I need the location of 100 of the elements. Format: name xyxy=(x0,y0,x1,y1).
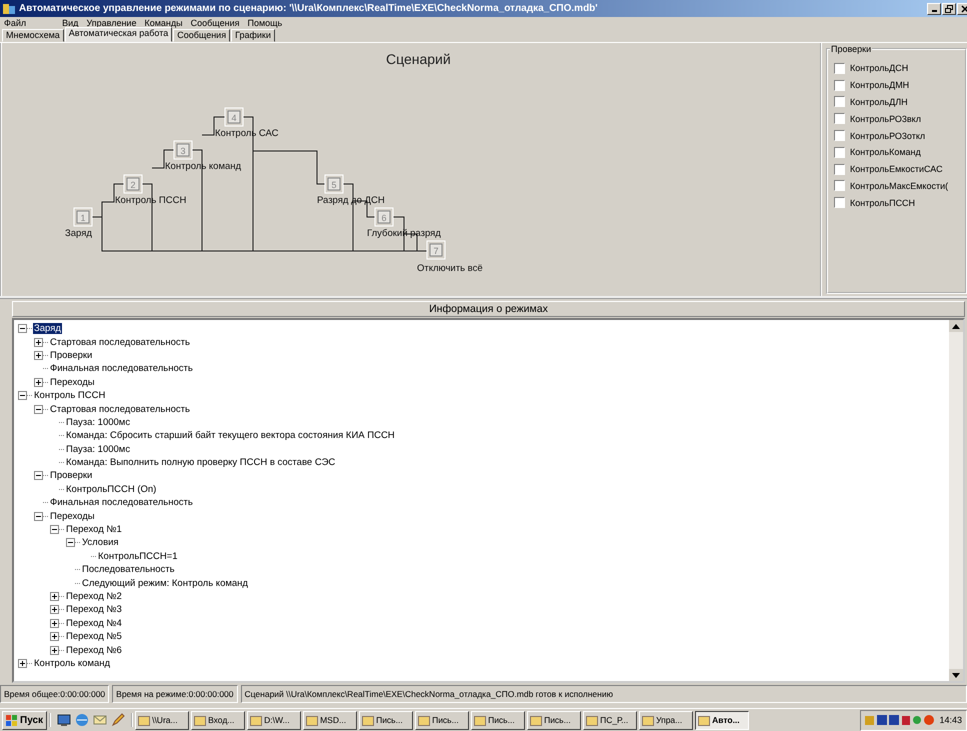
status-text: Время общее:0:00:00:000 xyxy=(0,685,110,703)
expander-icon[interactable] xyxy=(34,512,43,521)
tab[interactable]: Сообщения xyxy=(173,29,230,42)
tree-item[interactable]: Следующий режим: Контроль команд xyxy=(81,578,249,589)
tray-icons-drawing xyxy=(865,714,936,726)
tree-item[interactable]: Переход №1 xyxy=(65,524,123,536)
menu-item[interactable]: Вид xyxy=(58,18,82,28)
expander-icon[interactable] xyxy=(50,618,59,628)
tree-item[interactable]: Пауза: 1000мс xyxy=(65,416,132,428)
window-icon xyxy=(418,714,430,726)
checkbox[interactable] xyxy=(834,130,845,142)
expander-icon[interactable] xyxy=(18,658,27,668)
tree-item[interactable]: Переход №4 xyxy=(65,618,123,629)
tree-item[interactable]: Переход №6 xyxy=(65,644,123,656)
tree-item[interactable]: Переход №5 xyxy=(65,631,123,642)
mail-icon[interactable] xyxy=(93,713,108,727)
tree-item[interactable]: Финальная последовательность xyxy=(49,363,194,374)
checkbox[interactable] xyxy=(834,80,845,91)
taskbar-button[interactable]: Пись... xyxy=(527,710,582,730)
tree-item[interactable]: Контроль ПССН xyxy=(33,390,106,402)
taskbar-button[interactable]: Пись... xyxy=(471,710,526,730)
tree-item[interactable]: КонтрольПССН (On) xyxy=(65,484,158,495)
scroll-bar[interactable] xyxy=(949,320,963,681)
tree-item[interactable]: Пауза: 1000мс xyxy=(65,444,132,455)
step-label: Отключить всё xyxy=(417,263,483,274)
taskbar-button[interactable]: \\Ura... xyxy=(135,710,190,730)
tab[interactable]: Мнемосхема xyxy=(2,29,64,42)
tree-item[interactable]: Заряд xyxy=(33,323,62,334)
tree-item[interactable]: Переход №2 xyxy=(65,591,123,602)
checkbox[interactable] xyxy=(834,197,845,208)
checkbox[interactable] xyxy=(834,113,845,124)
expander-icon[interactable] xyxy=(34,378,43,387)
checkbox-label: КонтрольЕмкостиСАС xyxy=(850,164,943,174)
window-icon xyxy=(250,714,262,726)
close-button[interactable] xyxy=(957,2,967,14)
checkbox[interactable] xyxy=(834,96,845,108)
tab[interactable]: Графики xyxy=(231,29,275,42)
expander-icon[interactable] xyxy=(18,324,27,334)
checkbox-label: КонтрольРО3откл xyxy=(850,130,926,141)
minimize-button[interactable] xyxy=(927,2,941,14)
checkbox[interactable] xyxy=(834,62,845,74)
checkbox[interactable] xyxy=(834,164,845,175)
tree-item[interactable]: Проверки xyxy=(49,350,94,361)
desktop-icon[interactable] xyxy=(57,713,72,727)
taskbar-button[interactable]: Пись... xyxy=(415,710,470,730)
restore-button[interactable] xyxy=(942,2,956,14)
expander-icon[interactable] xyxy=(50,525,59,534)
tree-item[interactable]: Финальная последовательность xyxy=(49,497,194,508)
expander-icon[interactable] xyxy=(50,632,59,642)
tree-item[interactable]: Проверки xyxy=(49,470,94,482)
restore-icon xyxy=(945,4,953,12)
tree-item[interactable]: КонтрольПССН=1 xyxy=(97,550,179,562)
tree-item[interactable]: Переходы xyxy=(49,376,96,388)
taskbar-button[interactable]: Авто... xyxy=(695,710,750,730)
expander-icon[interactable] xyxy=(34,471,43,480)
expander-icon[interactable] xyxy=(66,538,75,548)
checkbox-label: КонтрольДЛН xyxy=(850,96,908,107)
scroll-up-icon[interactable] xyxy=(952,324,960,328)
tree-item[interactable]: Стартовая последовательность xyxy=(49,404,191,415)
menu-item[interactable]: Помощь xyxy=(243,18,286,28)
window-icon xyxy=(138,714,150,726)
pencil-icon[interactable] xyxy=(111,713,126,727)
taskbar-button[interactable]: Вход... xyxy=(191,710,246,730)
group-title: Проверки xyxy=(830,44,872,54)
expander-icon[interactable] xyxy=(34,350,43,360)
expander-icon[interactable] xyxy=(50,592,59,601)
menu-item[interactable]: Команды xyxy=(140,18,187,28)
expander-icon[interactable] xyxy=(18,391,27,400)
info-header: Информация о режимах xyxy=(12,301,965,317)
menu-item[interactable]: Сообщения xyxy=(186,18,244,28)
window-icon xyxy=(586,714,598,726)
tree-item[interactable]: Переход №3 xyxy=(65,604,123,616)
expander-icon[interactable] xyxy=(50,646,59,655)
tree-item[interactable]: Контроль команд xyxy=(33,658,112,669)
taskbar-button[interactable]: Пись... xyxy=(359,710,414,730)
tree-item[interactable]: Переходы xyxy=(49,510,96,522)
checkbox[interactable] xyxy=(834,146,845,158)
tab[interactable]: Автоматическая работа xyxy=(64,27,172,42)
menu-item[interactable]: Файл xyxy=(0,18,30,28)
window-icon xyxy=(530,714,542,726)
expander-icon[interactable] xyxy=(34,404,43,414)
tree-item[interactable]: Команда: Выполнить полную проверку ПССН в составе СЭС xyxy=(65,457,336,468)
app-icon xyxy=(2,2,16,14)
globe-icon[interactable] xyxy=(75,713,90,727)
window-icon xyxy=(362,714,374,726)
scroll-down-icon[interactable] xyxy=(952,672,960,678)
menu-item[interactable]: Управление xyxy=(82,18,140,28)
start-button[interactable]: Пуск xyxy=(2,710,48,730)
expander-icon[interactable] xyxy=(50,605,59,614)
tree-item[interactable]: Команда: Сбросить старший байт текущего вектора состояния КИА ПССН xyxy=(65,430,396,442)
window-icon xyxy=(698,714,710,726)
tree-item[interactable]: Последовательность xyxy=(81,564,176,576)
tree-item[interactable]: Условия xyxy=(81,537,120,548)
taskbar-button[interactable]: ПС_Р... xyxy=(583,710,638,730)
taskbar-button[interactable]: D:\W... xyxy=(247,710,302,730)
taskbar-button[interactable]: Упра... xyxy=(639,710,694,730)
tree-item[interactable]: Стартовая последовательность xyxy=(49,336,191,348)
expander-icon[interactable] xyxy=(34,338,43,347)
checkbox[interactable] xyxy=(834,180,845,192)
taskbar-button[interactable]: MSD... xyxy=(303,710,358,730)
